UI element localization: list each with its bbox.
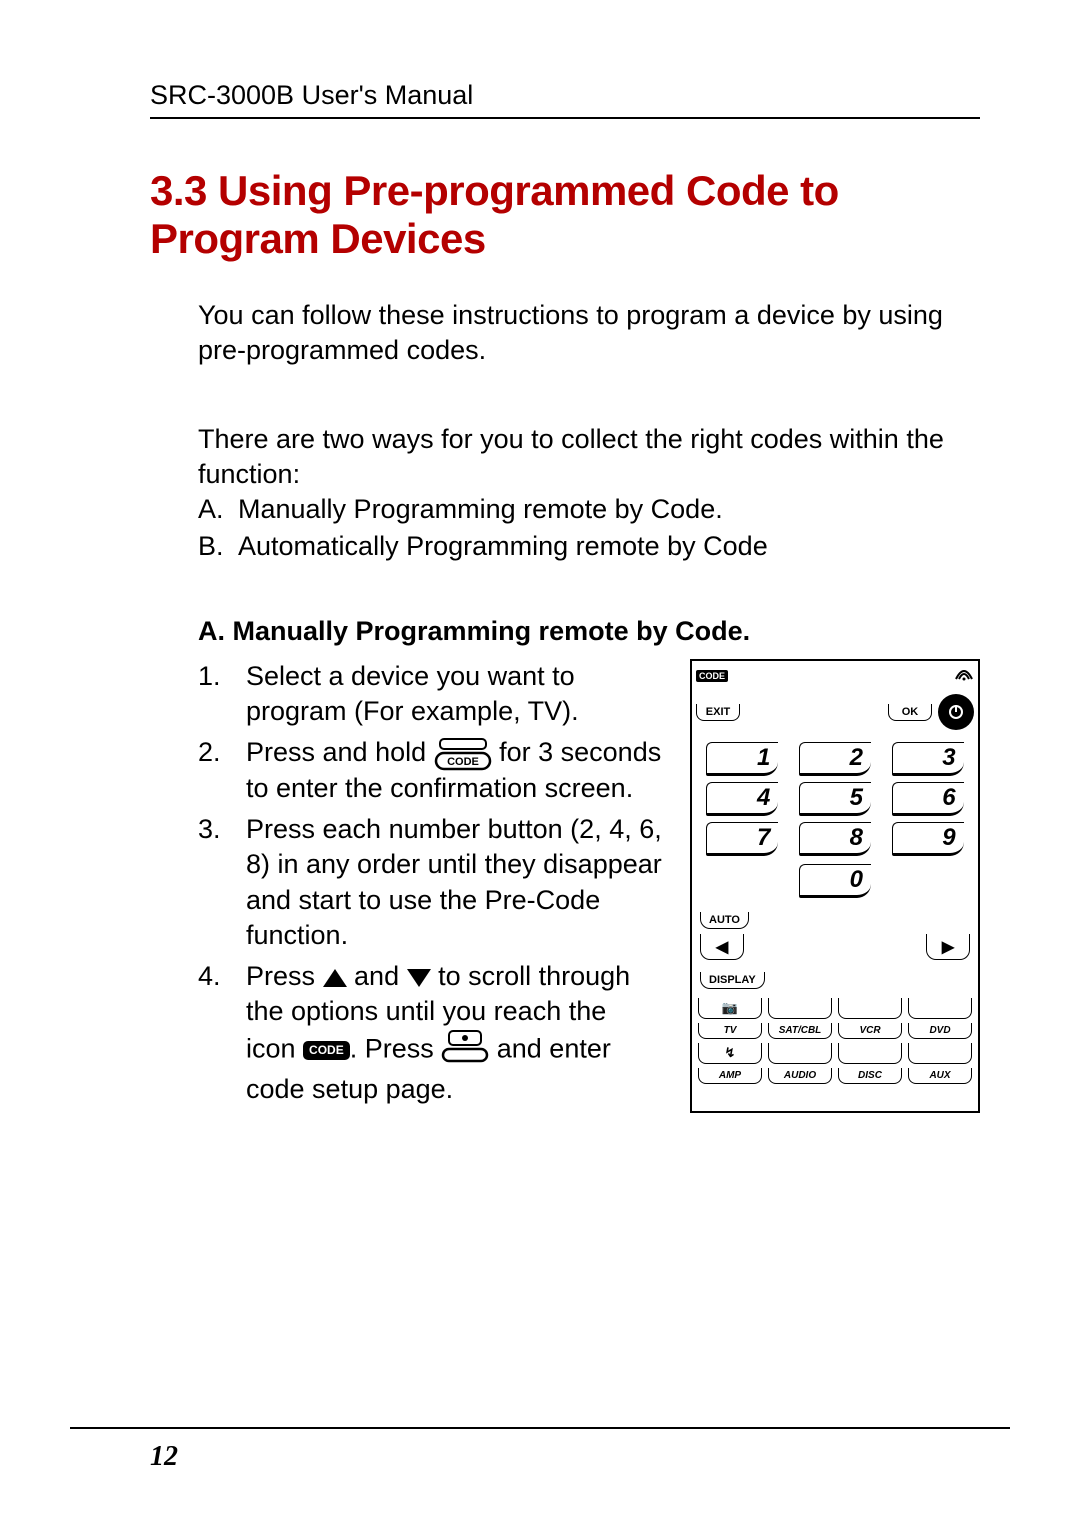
code-pill-icon: CODE [303, 1041, 350, 1061]
remote-auto-button: AUTO [700, 912, 749, 929]
remote-blank-4 [768, 1043, 832, 1064]
page-number: 12 [150, 1441, 178, 1473]
remote-num-8: 8 [799, 822, 871, 856]
remote-blank-2 [838, 998, 902, 1019]
triangle-down-icon [407, 969, 431, 987]
remote-num-9: 9 [892, 822, 964, 856]
way-a-text: Manually Programming remote by Code. [238, 492, 723, 527]
remote-device-grid: 📷 TV SAT/CBL VCR DVD ↯ AMP AUDIO DISC AU… [696, 998, 974, 1084]
remote-numpad: 123 456 789 [696, 742, 974, 864]
intro-paragraph-2: There are two ways for you to collect th… [198, 422, 980, 492]
remote-num-3: 3 [892, 742, 964, 776]
way-a: A. Manually Programming remote by Code. [198, 492, 980, 527]
step-4: 4.Press and to scroll through the option… [198, 959, 662, 1107]
step-2: 2.Press and hold CODE for 3 seconds to e… [198, 735, 662, 806]
step-text: Select a device you want to program (For… [246, 659, 662, 729]
step-text: Press and hold CODE for 3 seconds to ent… [246, 735, 662, 806]
remote-disc-button: DISC [838, 1068, 902, 1084]
step-text: Press and to scroll through the options … [246, 959, 662, 1107]
page-header: SRC-3000B User's Manual [150, 80, 980, 111]
remote-blank-1 [768, 998, 832, 1019]
remote-display-button: DISPLAY [700, 972, 765, 989]
svg-text:CODE: CODE [447, 756, 479, 768]
step-text: Press each number button (2, 4, 6, 8) in… [246, 812, 662, 952]
remote-ok-button: OK [888, 704, 932, 721]
way-b: B. Automatically Programming remote by C… [198, 529, 980, 564]
way-b-marker: B. [198, 529, 238, 564]
remote-lamp-icon: ↯ [698, 1043, 762, 1064]
remote-power-button [938, 694, 974, 730]
section-title: 3.3 Using Pre-programmed Code to Program… [150, 167, 980, 264]
ways-list: A. Manually Programming remote by Code. … [198, 492, 980, 564]
remote-num-2: 2 [799, 742, 871, 776]
step-3: 3.Press each number button (2, 4, 6, 8) … [198, 812, 662, 952]
code-button-icon: CODE [434, 737, 492, 771]
intro-paragraph-1: You can follow these instructions to pro… [198, 298, 980, 368]
header-rule [150, 117, 980, 119]
remote-num-0: 0 [799, 864, 871, 898]
remote-diagram: CODE EXIT OK 123 456 789 0 AUTO [690, 659, 980, 1113]
remote-dvd-button: DVD [908, 1023, 972, 1039]
remote-blank-5 [838, 1043, 902, 1064]
footer-rule [70, 1427, 1010, 1429]
step-1: 1.Select a device you want to program (F… [198, 659, 662, 729]
remote-amp-button: AMP [698, 1068, 762, 1084]
remote-camera-icon: 📷 [698, 998, 762, 1019]
remote-num-4: 4 [706, 782, 778, 816]
way-a-marker: A. [198, 492, 238, 527]
step-number: 4. [198, 959, 246, 1107]
signal-icon [954, 665, 974, 686]
remote-blank-6 [908, 1043, 972, 1064]
remote-aux-button: AUX [908, 1068, 972, 1084]
way-b-text: Automatically Programming remote by Code [238, 529, 768, 564]
step-number: 3. [198, 812, 246, 952]
triangle-up-icon [323, 969, 347, 987]
remote-tv-button: TV [698, 1023, 762, 1039]
remote-vcr-button: VCR [838, 1023, 902, 1039]
remote-satcbl-button: SAT/CBL [768, 1023, 832, 1039]
step-number: 1. [198, 659, 246, 729]
subsection-heading: A. Manually Programming remote by Code. [198, 616, 980, 647]
remote-num-1: 1 [706, 742, 778, 776]
remote-exit-button: EXIT [696, 704, 740, 721]
step-number: 2. [198, 735, 246, 806]
remote-num-7: 7 [706, 822, 778, 856]
remote-num-6: 6 [892, 782, 964, 816]
dot-button-icon [441, 1029, 489, 1072]
remote-left-arrow: ◀ [700, 934, 744, 960]
steps-list: 1.Select a device you want to program (F… [198, 659, 662, 1113]
remote-num-5: 5 [799, 782, 871, 816]
remote-right-arrow: ▶ [926, 934, 970, 960]
remote-audio-button: AUDIO [768, 1068, 832, 1084]
remote-blank-3 [908, 998, 972, 1019]
remote-code-indicator: CODE [696, 670, 728, 682]
